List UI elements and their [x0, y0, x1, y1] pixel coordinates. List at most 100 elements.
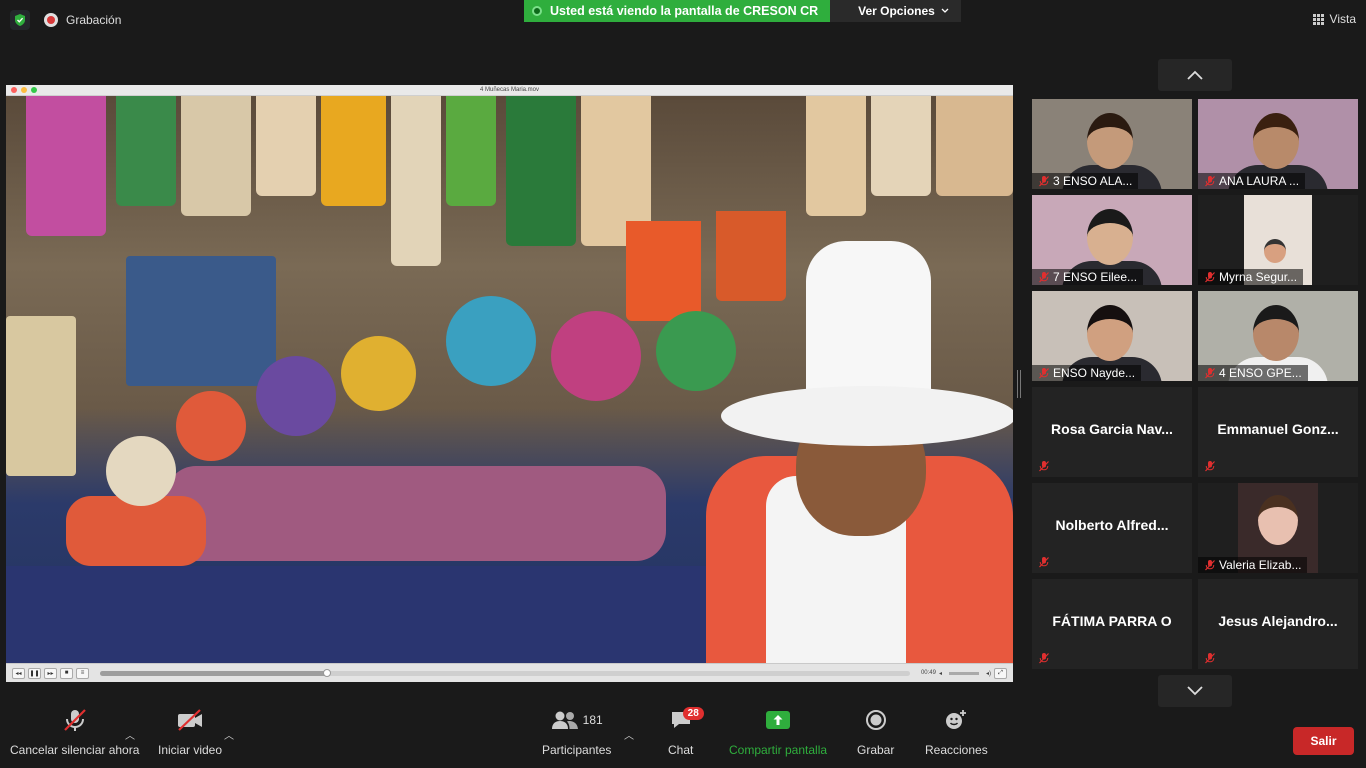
panel-resize-handle[interactable]: [1017, 370, 1021, 398]
pause-button[interactable]: ❚❚: [28, 667, 41, 679]
participant-head: [1258, 495, 1298, 545]
share-screen-label: Compartir pantalla: [729, 743, 828, 757]
playlist-button[interactable]: ≡: [76, 667, 89, 679]
participants-options-caret[interactable]: ︿: [624, 727, 634, 742]
volume-slider[interactable]: [948, 671, 979, 675]
fast-forward-button[interactable]: ▸▸: [44, 667, 57, 679]
view-options-button[interactable]: Ver Opciones: [830, 0, 961, 22]
chat-button[interactable]: 28 Chat: [668, 705, 704, 757]
player-controls: ◂◂ ❚❚ ▸▸ ■ ≡ 00:49 ◂ ◂) ⤢: [6, 663, 1013, 682]
reactions-label: Reacciones: [925, 743, 988, 757]
recording-label: Grabación: [66, 13, 122, 27]
participant-tile[interactable]: ANA LAURA ...: [1198, 99, 1358, 189]
participant-name: 4 ENSO GPE...: [1219, 366, 1302, 380]
participant-head: [1087, 209, 1133, 265]
microphone-muted-icon: [1038, 175, 1050, 187]
participant-tile[interactable]: 7 ENSO Eilee...: [1032, 195, 1192, 285]
doll: [176, 391, 246, 461]
participants-button[interactable]: 181 Participantes: [542, 705, 611, 757]
chevron-down-icon: [1187, 686, 1203, 696]
participant-name: Nolberto Alfred...: [1055, 517, 1169, 533]
microphone-muted-icon: [1038, 555, 1050, 568]
hanging-bag: [936, 96, 1013, 196]
recording-indicator[interactable]: Grabación: [44, 13, 121, 27]
participant-tile[interactable]: Rosa Garcia Nav...: [1032, 387, 1192, 477]
participant-name-label: Valeria Elizab...: [1198, 557, 1308, 573]
fullscreen-button[interactable]: ⤢: [994, 667, 1007, 679]
share-screen-icon: [766, 711, 791, 729]
volume-high-icon: ◂): [985, 670, 991, 677]
start-video-label: Iniciar video: [158, 743, 223, 757]
participant-name: Jesus Alejandro...: [1218, 613, 1338, 629]
doll-pile: [166, 466, 666, 561]
doll: [551, 311, 641, 401]
participant-head: [1264, 239, 1286, 263]
stop-button[interactable]: ■: [60, 667, 73, 679]
participant-head: [1253, 113, 1299, 169]
doll: [656, 311, 736, 391]
shared-screen: 4 Muñecas Maria.mov ◂◂ ❚❚ ▸▸ ■ ≡ 00:49 ◂…: [6, 85, 1013, 682]
gallery-page-up-button[interactable]: [1158, 59, 1232, 91]
seek-handle[interactable]: [322, 668, 331, 677]
hanging-bag: [26, 96, 106, 236]
unmute-button[interactable]: Cancelar silenciar ahora: [10, 705, 139, 757]
leave-meeting-button[interactable]: Salir: [1293, 727, 1354, 755]
participant-tile[interactable]: FÁTIMA PARRA O: [1032, 579, 1192, 669]
display-table: [6, 566, 706, 663]
hanging-bag: [506, 96, 576, 246]
participant-name-label: Myrna Segur...: [1198, 269, 1304, 285]
stacked-bags: [6, 316, 76, 476]
video-options-caret[interactable]: ︿: [224, 727, 234, 742]
audio-options-caret[interactable]: ︿: [125, 727, 135, 742]
volume-low-icon: ◂: [938, 670, 942, 677]
record-button[interactable]: Grabar: [857, 705, 894, 757]
hanging-bag: [391, 96, 441, 266]
record-icon: [865, 710, 886, 730]
gallery-page-down-button[interactable]: [1158, 675, 1232, 707]
participant-name: Rosa Garcia Nav...: [1051, 421, 1173, 437]
participant-tile[interactable]: Myrna Segur...: [1198, 195, 1358, 285]
video-off-icon: [176, 705, 204, 735]
microphone-muted-icon: [1204, 367, 1216, 379]
chat-label: Chat: [668, 743, 694, 757]
participant-name-label: ENSO Nayde...: [1032, 365, 1142, 381]
microphone-muted-icon: [1204, 459, 1216, 472]
doll: [446, 296, 536, 386]
participant-name-label: 3 ENSO ALA...: [1032, 173, 1139, 189]
microphone-muted-icon: [1204, 271, 1216, 283]
hanging-bag: [806, 96, 866, 216]
participant-tile[interactable]: Emmanuel Gonz...: [1198, 387, 1358, 477]
participant-tile[interactable]: Valeria Elizab...: [1198, 483, 1358, 573]
start-video-button[interactable]: Iniciar video: [158, 705, 222, 757]
reactions-smiley-icon: [946, 710, 967, 729]
participant-tile[interactable]: Nolberto Alfred...: [1032, 483, 1192, 573]
participant-name: Myrna Segur...: [1219, 270, 1298, 284]
participant-head: [1087, 113, 1133, 169]
security-shield-icon[interactable]: [10, 10, 30, 30]
participant-name: FÁTIMA PARRA O: [1052, 613, 1172, 629]
participant-name: ENSO Nayde...: [1053, 366, 1136, 380]
hanging-bag: [116, 96, 176, 206]
participant-name: 7 ENSO Eilee...: [1053, 270, 1138, 284]
seek-bar-progress: [100, 670, 327, 676]
hanging-bag: [716, 211, 786, 301]
chevron-up-icon: [1187, 70, 1203, 80]
participant-tile[interactable]: 3 ENSO ALA...: [1032, 99, 1192, 189]
share-screen-button[interactable]: Compartir pantalla: [729, 705, 827, 757]
reactions-button[interactable]: Reacciones: [925, 705, 988, 757]
view-button[interactable]: Vista: [1312, 12, 1356, 26]
straw-hat: [106, 436, 176, 506]
rewind-button[interactable]: ◂◂: [12, 667, 25, 679]
hanging-bag: [256, 96, 316, 196]
video-frame[interactable]: [6, 96, 1013, 663]
microphone-muted-icon: [1038, 367, 1050, 379]
participant-head: [1253, 305, 1299, 361]
share-banner-text: Usted está viendo la pantalla de CRESON …: [550, 4, 819, 18]
seek-bar[interactable]: [100, 668, 910, 677]
participant-tile[interactable]: ENSO Nayde...: [1032, 291, 1192, 381]
participant-tile[interactable]: 4 ENSO GPE...: [1198, 291, 1358, 381]
grid-view-icon: [1312, 13, 1324, 25]
microphone-muted-icon: [1038, 651, 1050, 664]
participant-tile[interactable]: Jesus Alejandro...: [1198, 579, 1358, 669]
participant-name-label: ANA LAURA ...: [1198, 173, 1306, 189]
